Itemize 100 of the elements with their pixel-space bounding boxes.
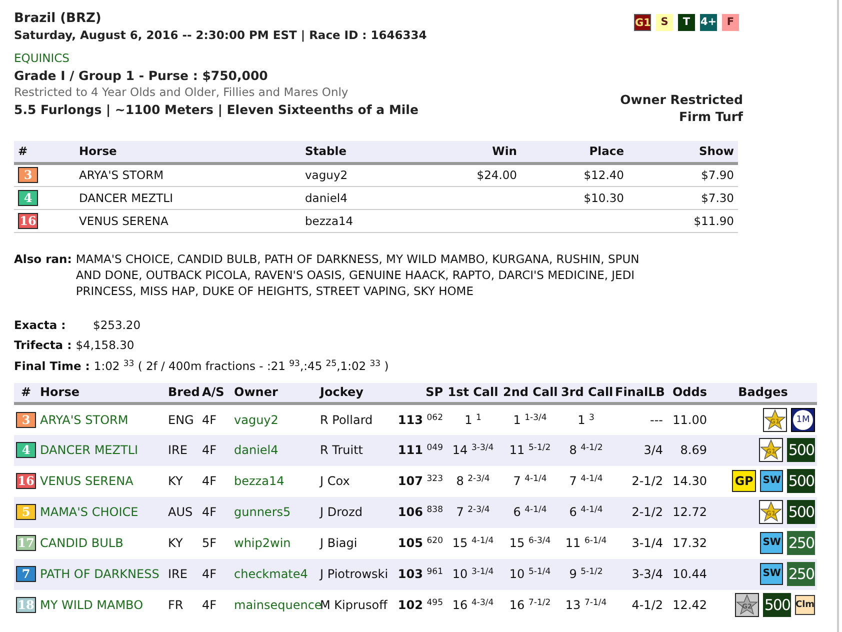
sw-badge: SW: [760, 532, 784, 554]
table-cell: 3-1/4: [632, 536, 663, 550]
race-name[interactable]: EQUINICS: [14, 50, 427, 67]
gp-badge: GP: [732, 470, 756, 492]
table-cell: $7.90: [628, 164, 738, 186]
also-ran-label: Also ran:: [14, 251, 72, 268]
column-header: Horse: [38, 383, 166, 404]
table-cell: 14 $^{3-3/4}$: [452, 443, 494, 457]
post-number: 3: [18, 167, 38, 183]
table-cell: $12.40: [521, 164, 628, 186]
table-cell: R Pollard: [320, 412, 373, 427]
owner-link[interactable]: vaguy2: [234, 412, 278, 427]
owner-link[interactable]: bezza14: [234, 474, 284, 488]
column-header: 2nd Call: [501, 383, 559, 404]
column-header: Show: [628, 141, 738, 164]
column-header: Place: [521, 141, 628, 164]
race-badge: G1: [634, 14, 651, 31]
post-number: 3: [16, 412, 36, 428]
column-header: Odds: [665, 383, 709, 404]
table-cell: 11.00: [672, 412, 707, 427]
table-cell: 4F: [202, 474, 217, 488]
owner-link[interactable]: whip2win: [234, 536, 291, 550]
column-header: Jockey: [318, 383, 389, 404]
table-cell: 15 $^{6-3/4}$: [509, 536, 551, 550]
table-cell: 6 $^{4-1/4}$: [513, 505, 547, 519]
column-header: A/S: [200, 383, 232, 404]
table-cell: 3/4: [644, 443, 663, 457]
table-cell: 7 $^{2-3/4}$: [456, 505, 490, 519]
column-header: #: [14, 383, 38, 404]
table-cell: 6 $^{4-1/4}$: [569, 505, 603, 519]
horse-link[interactable]: ARYA'S STORM: [40, 412, 128, 427]
horse-link[interactable]: CANDID BULB: [40, 536, 124, 550]
table-cell: 102 $^{495}$: [398, 598, 443, 612]
table-cell: AUS: [168, 505, 193, 519]
table-cell: 14.30: [672, 474, 707, 488]
race-badge: T: [678, 14, 695, 31]
table-cell: DANCER MEZTLI: [75, 186, 301, 210]
column-header: Badges: [709, 383, 817, 404]
final-time-label: Final Time :: [14, 358, 90, 375]
table-cell: VENUS SERENA: [75, 210, 301, 232]
column-header: FinalLB: [613, 383, 665, 404]
horse-link[interactable]: MY WILD MAMBO: [40, 598, 144, 612]
race-badge: S: [656, 14, 673, 31]
table-cell: 11 $^{5-1/2}$: [509, 443, 551, 457]
owner-link[interactable]: mainsequence: [234, 598, 322, 612]
payout-label: Trifecta :: [14, 337, 72, 354]
race-grade: Grade I / Group 1 - Purse : $750,000: [14, 67, 269, 84]
table-cell: J Piotrowski: [320, 567, 388, 581]
post-number: 18: [16, 597, 36, 613]
owner-restriction: Owner Restricted: [620, 91, 743, 108]
table-cell: 13 $^{7-1/4}$: [565, 598, 607, 612]
race-restriction: Restricted to 4 Year Olds and Older, Fillies and Mares Only: [14, 84, 350, 101]
post-number: 4: [16, 442, 36, 458]
table-cell: daniel4: [301, 186, 431, 210]
table-cell: 16 $^{4-3/4}$: [452, 598, 494, 612]
table-cell: 4F: [202, 505, 217, 519]
post-number: 5: [16, 504, 36, 520]
table-cell: J Cox: [320, 474, 350, 488]
table-cell: 7 $^{4-1/4}$: [569, 474, 603, 488]
sw-badge: SW: [760, 470, 784, 492]
table-cell: 103 $^{961}$: [398, 567, 443, 581]
table-cell: $7.30: [628, 186, 738, 210]
post-number: 7: [16, 566, 36, 582]
table-cell: 4F: [202, 598, 217, 612]
table-cell: $11.90: [628, 210, 738, 232]
table-cell: 17.32: [672, 536, 707, 550]
table-cell: R Truitt: [320, 443, 364, 457]
table-cell: 11 $^{6-1/4}$: [565, 536, 607, 550]
points-badge: 250: [787, 562, 815, 586]
column-header: 3rd Call: [559, 383, 613, 404]
post-number: 16: [16, 473, 36, 489]
table-cell: 107 $^{323}$: [398, 474, 443, 488]
final-time-value: 1:02 $^{33}$ ( 2f / 400m fractions - :21 $^{93}$,:45 $^{25}$,1:02 $^{33}$ ): [94, 358, 389, 375]
table-cell: IRE: [168, 443, 188, 457]
horse-link[interactable]: VENUS SERENA: [40, 474, 134, 488]
post-number: 17: [16, 535, 36, 551]
table-cell: $10.30: [521, 186, 628, 210]
table-cell: 113 $^{062}$: [398, 412, 443, 427]
table-cell: 1 $^{1}$: [464, 412, 482, 427]
column-header: #: [14, 141, 75, 164]
table-cell: 15 $^{4-1/4}$: [452, 536, 494, 550]
table-cell: 2-1/2: [632, 505, 663, 519]
table-cell: 4-1/2: [632, 598, 663, 612]
column-header: SP: [389, 383, 445, 404]
table-cell: ENG: [168, 412, 194, 427]
sw-badge: SW: [760, 563, 784, 585]
table-cell: $24.00: [431, 164, 521, 186]
column-header: Stable: [301, 141, 431, 164]
table-cell: vaguy2: [301, 164, 431, 186]
column-header: Bred: [166, 383, 200, 404]
table-cell: 3-3/4: [632, 567, 663, 581]
table-cell: J Drozd: [320, 505, 363, 519]
table-cell: J Biagi: [320, 536, 358, 550]
table-cell: ARYA'S STORM: [75, 164, 301, 186]
table-cell: 4F: [202, 567, 217, 581]
points-badge: 500: [763, 593, 791, 617]
race-badge: 4+: [700, 14, 717, 31]
table-cell: 111 $^{049}$: [398, 443, 443, 457]
table-cell: 1 $^{1-3/4}$: [513, 412, 547, 427]
table-cell: KY: [168, 474, 183, 488]
